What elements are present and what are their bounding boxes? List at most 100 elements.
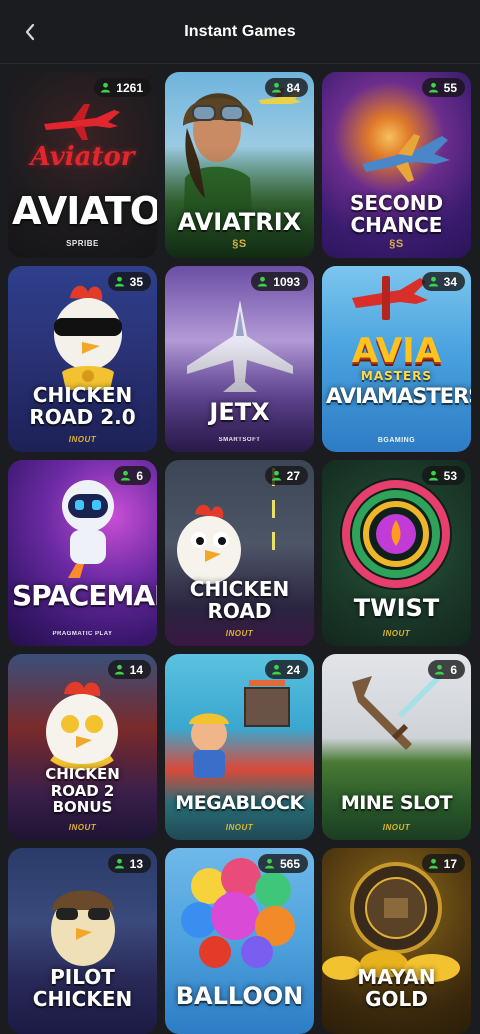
- game-title: SPACEMAN: [12, 579, 157, 612]
- game-card-pilot-chicken[interactable]: PILOT CHICKEN 13: [8, 848, 157, 1034]
- provider-label: §S: [232, 238, 247, 250]
- back-button[interactable]: [14, 16, 46, 48]
- game-card-aviamasters[interactable]: AVIA MASTERS AVIAMASTERS BGAMING 34: [322, 266, 471, 452]
- players-count: 13: [129, 856, 143, 871]
- provider-label: INOUT: [68, 435, 97, 444]
- chicken-pilot-illustration: [51, 890, 115, 966]
- game-card-chicken-road-2[interactable]: CHICKEN ROAD 2.0 INOUT 35: [8, 266, 157, 452]
- user-icon: [428, 276, 438, 287]
- game-card-aviatrix[interactable]: AVIATRIX §S 84: [165, 72, 314, 258]
- game-card-aviator[interactable]: Aviator AVIATOR SPRIBE 1261: [8, 72, 157, 258]
- players-badge: 13: [107, 854, 151, 873]
- game-title: TWIST: [353, 594, 440, 622]
- players-count: 14: [129, 662, 143, 677]
- game-title: MINE SLOT: [340, 792, 453, 814]
- players-badge: 34: [421, 272, 465, 291]
- players-count: 34: [443, 274, 457, 289]
- game-title: CHICKEN ROAD: [189, 577, 290, 623]
- game-card-second-chance[interactable]: SECOND CHANCE §S 55: [322, 72, 471, 258]
- game-title: BALLOON: [175, 982, 304, 1010]
- players-badge: 17: [421, 854, 465, 873]
- game-card-mine-slot[interactable]: MINE SLOT INOUT 6: [322, 654, 471, 840]
- user-icon: [114, 858, 124, 869]
- provider-label: SPRIBE: [66, 239, 99, 248]
- game-card-spaceman[interactable]: SPACEMAN PRAGMATIC PLAY 6: [8, 460, 157, 646]
- players-count: 6: [450, 662, 457, 677]
- chicken-illustration: [54, 285, 122, 390]
- game-title: PILOT CHICKEN: [32, 965, 133, 1011]
- user-icon: [428, 470, 438, 481]
- provider-label: §S: [389, 238, 404, 250]
- provider-label: BGAMING: [377, 437, 416, 444]
- players-badge: 6: [114, 466, 151, 485]
- top-bar: Instant Games: [0, 0, 480, 64]
- game-card-balloon[interactable]: BALLOON 565: [165, 848, 314, 1034]
- players-count: 6: [136, 468, 143, 483]
- players-badge: 6: [428, 660, 465, 679]
- provider-label: INOUT: [382, 823, 411, 832]
- game-card-chicken-road-2-bonus[interactable]: CHICKEN ROAD 2 BONUS INOUT 14: [8, 654, 157, 840]
- wheel-illustration: [340, 478, 452, 590]
- user-icon: [114, 664, 124, 675]
- players-count: 27: [286, 468, 300, 483]
- astronaut-illustration: [62, 480, 114, 578]
- players-badge: 565: [257, 854, 308, 873]
- players-count: 24: [286, 662, 300, 677]
- user-icon: [428, 858, 438, 869]
- pickaxe-sword-icon: [352, 674, 442, 750]
- game-title: MEGABLOCK: [175, 792, 304, 814]
- game-title: AVIAMASTERS: [326, 384, 471, 408]
- players-count: 55: [443, 80, 457, 95]
- game-title: AVIATRIX: [177, 208, 302, 236]
- avia-logo: AVIA: [351, 331, 442, 371]
- provider-label: INOUT: [68, 823, 97, 832]
- game-title: CHICKEN ROAD 2.0: [29, 383, 136, 429]
- user-icon: [101, 82, 111, 93]
- game-card-chicken-road[interactable]: CHICKEN ROAD INOUT 27: [165, 460, 314, 646]
- game-title: MAYAN GOLD: [357, 965, 436, 1011]
- players-count: 17: [443, 856, 457, 871]
- user-icon: [258, 276, 268, 287]
- players-badge: 53: [421, 466, 465, 485]
- user-icon: [121, 470, 131, 481]
- players-count: 35: [129, 274, 143, 289]
- players-count: 565: [279, 856, 300, 871]
- players-badge: 27: [264, 466, 308, 485]
- aviator-logo-script: Aviator: [30, 142, 135, 172]
- players-count: 84: [286, 80, 300, 95]
- mayan-disc-illustration: [350, 862, 442, 954]
- provider-label: SMARTSOFT: [218, 437, 261, 443]
- user-icon: [271, 82, 281, 93]
- game-title: CHICKEN ROAD 2 BONUS: [45, 765, 120, 816]
- players-badge: 84: [264, 78, 308, 97]
- game-title: AVIATOR: [12, 189, 157, 233]
- card-shade: [165, 340, 314, 452]
- chevron-left-icon: [25, 23, 35, 41]
- crane-illustration: [189, 680, 290, 778]
- user-icon: [271, 664, 281, 675]
- game-card-mayan-gold[interactable]: MAYAN GOLD 17: [322, 848, 471, 1034]
- players-badge: 24: [264, 660, 308, 679]
- players-count: 1093: [273, 274, 300, 289]
- plane-icon: [44, 104, 120, 140]
- provider-label: PRAGMATIC PLAY: [52, 631, 113, 637]
- game-card-megablock[interactable]: MEGABLOCK INOUT 24: [165, 654, 314, 840]
- user-icon: [428, 82, 438, 93]
- masters-logo: MASTERS: [360, 369, 433, 383]
- game-title: SECOND CHANCE: [349, 191, 444, 237]
- chicken-illustration: [46, 681, 118, 770]
- provider-label: INOUT: [382, 629, 411, 638]
- game-card-jetx[interactable]: JETX SMARTSOFT 1093: [165, 266, 314, 452]
- user-icon: [114, 276, 124, 287]
- plane-icon: [362, 134, 450, 182]
- players-badge: 1261: [94, 78, 151, 97]
- players-count: 1261: [116, 80, 143, 95]
- game-title: JETX: [209, 398, 270, 426]
- players-badge: 14: [107, 660, 151, 679]
- players-badge: 35: [107, 272, 151, 291]
- balloons-illustration: [181, 858, 295, 968]
- chicken-illustration: [177, 504, 241, 584]
- provider-label: INOUT: [225, 629, 254, 638]
- game-card-twist[interactable]: TWIST INOUT 53: [322, 460, 471, 646]
- user-icon: [264, 858, 275, 869]
